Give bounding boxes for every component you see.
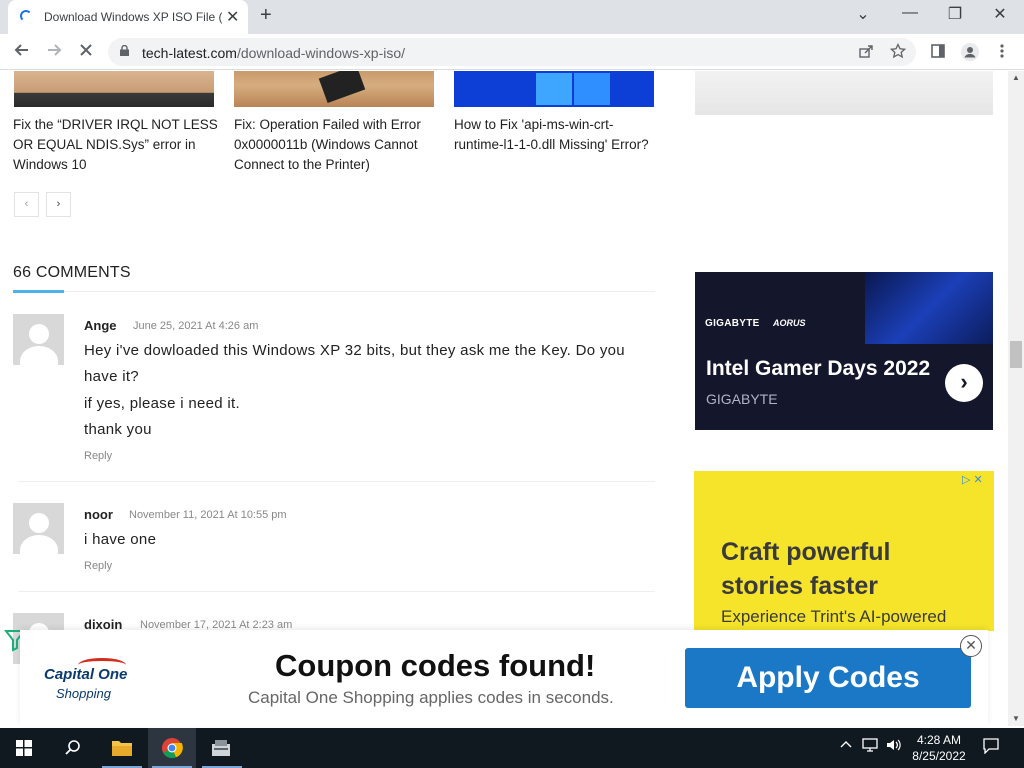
scrollbar-thumb[interactable] xyxy=(1010,341,1022,368)
address-bar[interactable]: tech-latest.com/download-windows-xp-iso/ xyxy=(108,38,916,66)
divider xyxy=(18,591,655,592)
related-post-title[interactable]: Fix: Operation Failed with Error 0x00000… xyxy=(234,115,439,175)
comment-text: Hey i've dowloaded this Windows XP 32 bi… xyxy=(84,342,625,385)
close-icon[interactable]: ✕ xyxy=(960,635,982,657)
new-tab-button[interactable]: + xyxy=(260,4,272,27)
adchoices-icon[interactable]: ▷ ✕ xyxy=(962,473,983,486)
ad-subtext: Experience Trint's AI-powered xyxy=(721,607,947,626)
chevron-up-icon[interactable] xyxy=(840,738,852,754)
next-page-button[interactable]: › xyxy=(46,192,71,217)
minimize-button[interactable]: — xyxy=(895,4,925,22)
loading-favicon-icon xyxy=(20,10,32,22)
sidebar-image xyxy=(695,71,993,115)
clock-time: 4:28 AM xyxy=(916,733,962,747)
profile-icon[interactable] xyxy=(960,43,980,66)
lock-icon[interactable] xyxy=(120,45,129,56)
comment-date[interactable]: June 25, 2021 At 4:26 am xyxy=(133,320,258,332)
page-scrollbar[interactable]: ▲ ▼ xyxy=(1008,71,1024,726)
coupon-subtitle: Capital One Shopping applies codes in se… xyxy=(248,688,614,707)
comment-date[interactable]: November 11, 2021 At 10:55 pm xyxy=(129,509,287,521)
comment-author[interactable]: noor xyxy=(84,507,113,522)
file-explorer-icon[interactable] xyxy=(98,728,146,768)
tab-bar: Download Windows XP ISO File ( ✕ + ⌄ — ❐… xyxy=(0,0,1024,34)
taskbar: 4:28 AM 8/25/2022 xyxy=(0,728,1024,768)
comment: noor November 11, 2021 At 10:55 pm i hav… xyxy=(13,503,655,593)
comment-text: i have one xyxy=(84,531,157,548)
ad-headline-line: stories faster xyxy=(721,572,879,600)
gigabyte-ad[interactable]: GIGABYTE AORUS Intel Gamer Days 2022 GIG… xyxy=(695,272,993,430)
heading-accent xyxy=(13,290,64,293)
divider xyxy=(18,481,655,482)
related-post-thumbnail[interactable] xyxy=(14,71,214,107)
url-path: /download-windows-xp-iso/ xyxy=(236,45,406,61)
system-clock[interactable]: 4:28 AM 8/25/2022 xyxy=(900,732,978,764)
scroll-down-icon[interactable]: ▼ xyxy=(1012,714,1020,723)
windows-logo-image xyxy=(536,73,572,105)
comment: Ange June 25, 2021 At 4:26 am Hey i've d… xyxy=(13,314,655,484)
share-icon[interactable] xyxy=(856,43,876,64)
avatar xyxy=(13,503,64,554)
avatar xyxy=(13,314,64,365)
divider xyxy=(13,291,655,292)
clock-date: 8/25/2022 xyxy=(912,749,966,763)
ad-sponsor: GIGABYTE xyxy=(706,391,778,407)
close-window-button[interactable]: ✕ xyxy=(985,4,1015,24)
coupon-ad-banner[interactable]: Capital One Shopping Coupon codes found!… xyxy=(20,630,988,726)
ad-artwork xyxy=(865,272,993,344)
url-domain: tech-latest.com xyxy=(142,45,237,61)
trint-ad[interactable]: ▷ ✕ Craft powerful stories faster Experi… xyxy=(694,471,994,631)
reply-link[interactable]: Reply xyxy=(84,450,112,462)
start-icon[interactable] xyxy=(0,728,48,768)
capital-one-logo-sub: Shopping xyxy=(56,686,111,701)
related-post-thumbnail[interactable] xyxy=(234,71,434,107)
coupon-title: Coupon codes found! xyxy=(275,648,596,683)
reply-link[interactable]: Reply xyxy=(84,560,112,572)
network-icon[interactable] xyxy=(862,738,878,755)
capital-one-logo: Capital One xyxy=(44,666,128,683)
related-post-thumbnail[interactable] xyxy=(454,71,654,107)
chrome-icon[interactable] xyxy=(148,728,196,768)
menu-icon[interactable] xyxy=(992,43,1012,64)
notification-icon[interactable] xyxy=(983,738,999,757)
forward-icon[interactable] xyxy=(42,41,66,64)
prev-page-button[interactable]: ‹ xyxy=(14,192,39,217)
back-icon[interactable] xyxy=(10,41,34,64)
sidepanel-icon[interactable] xyxy=(928,43,948,64)
ad-brand: GIGABYTE xyxy=(705,318,760,329)
windows-logo-image xyxy=(574,73,610,105)
ad-headline: Craft powerful stories faster xyxy=(721,535,890,603)
browser-toolbar: tech-latest.com/download-windows-xp-iso/ xyxy=(0,34,1024,70)
comment-author[interactable]: Ange xyxy=(84,318,117,333)
tab-title: Download Windows XP ISO File ( xyxy=(44,10,222,24)
browser-tab[interactable]: Download Windows XP ISO File ( ✕ xyxy=(8,0,248,34)
scroll-up-icon[interactable]: ▲ xyxy=(1012,73,1020,82)
printer-image xyxy=(318,71,366,104)
page-content: Fix the “DRIVER IRQL NOT LESS OR EQUAL N… xyxy=(0,71,1008,726)
ad-headline-line: Craft powerful xyxy=(721,538,891,566)
app-icon[interactable] xyxy=(198,728,246,768)
related-post-title[interactable]: Fix the “DRIVER IRQL NOT LESS OR EQUAL N… xyxy=(13,115,218,175)
tab-close-icon[interactable]: ✕ xyxy=(226,7,239,27)
restore-button[interactable]: ❐ xyxy=(940,4,970,24)
ad-headline[interactable]: Intel Gamer Days 2022 xyxy=(706,357,930,381)
ad-brand-secondary: AORUS xyxy=(773,318,806,328)
star-icon[interactable] xyxy=(888,42,908,64)
tab-search-icon[interactable]: ⌄ xyxy=(848,4,878,24)
comment-text: if yes, please i need it. xyxy=(84,395,240,412)
url-text[interactable]: tech-latest.com/download-windows-xp-iso/ xyxy=(142,45,405,61)
related-post-title[interactable]: How to Fix 'api-ms-win-crt-runtime-l1-1-… xyxy=(454,115,654,155)
stop-icon[interactable] xyxy=(74,41,98,64)
apply-codes-button[interactable]: Apply Codes xyxy=(685,648,971,708)
comments-heading: 66 COMMENTS xyxy=(13,264,131,281)
comment-text: thank you xyxy=(84,421,152,438)
search-icon[interactable] xyxy=(48,728,96,768)
ad-arrow-button[interactable]: › xyxy=(945,364,983,402)
